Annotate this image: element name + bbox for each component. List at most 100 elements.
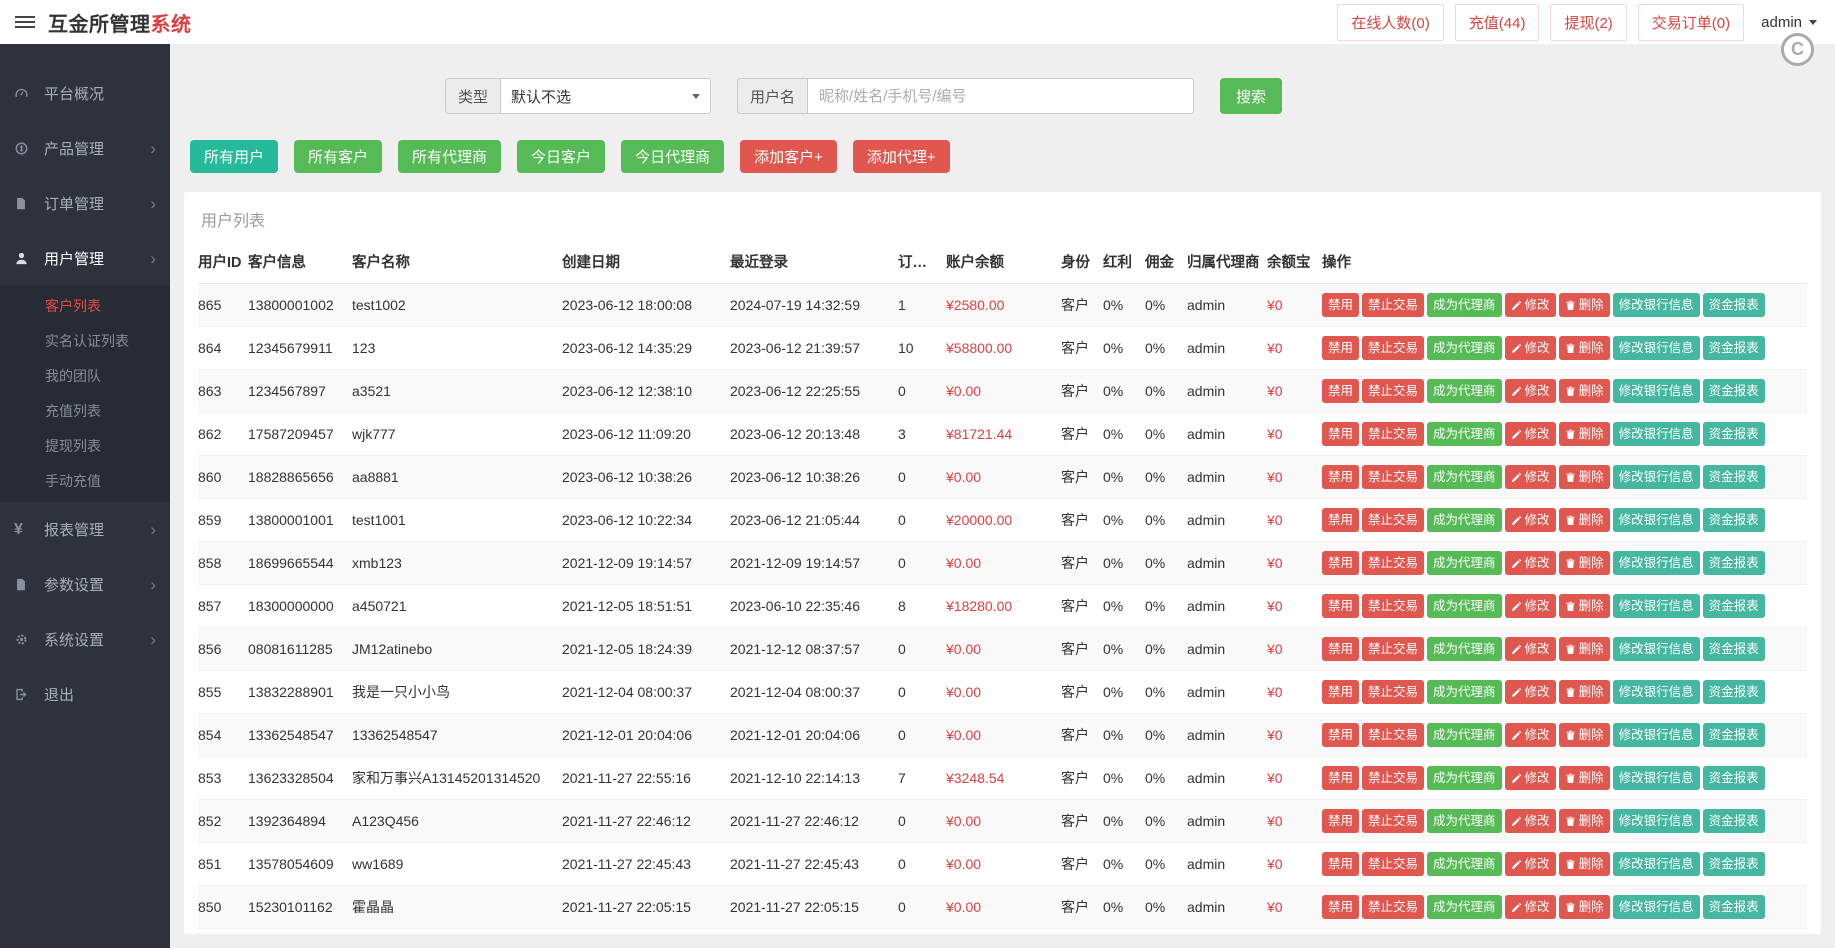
type-select[interactable]: 默认不选: [500, 78, 711, 114]
recharge-badge[interactable]: 充值(44): [1455, 4, 1540, 41]
add-agent-button[interactable]: 添加代理+: [853, 140, 950, 173]
edit-bank-info-button[interactable]: 修改银行信息: [1613, 895, 1700, 919]
become-agent-button[interactable]: 成为代理商: [1427, 508, 1502, 532]
sidebar-subitem[interactable]: 实名认证列表: [0, 324, 170, 359]
all-users-button[interactable]: 所有用户: [190, 140, 278, 173]
ban-trade-button[interactable]: 禁止交易: [1362, 336, 1424, 360]
edit-button[interactable]: 修改: [1505, 809, 1556, 833]
funds-report-button[interactable]: 资金报表: [1703, 766, 1765, 790]
delete-button[interactable]: 删除: [1559, 594, 1610, 618]
funds-report-button[interactable]: 资金报表: [1703, 336, 1765, 360]
ban-trade-button[interactable]: 禁止交易: [1362, 723, 1424, 747]
disable-button[interactable]: 禁用: [1322, 852, 1359, 876]
ban-trade-button[interactable]: 禁止交易: [1362, 293, 1424, 317]
all-customers-button[interactable]: 所有客户: [294, 140, 382, 173]
funds-report-button[interactable]: 资金报表: [1703, 379, 1765, 403]
funds-report-button[interactable]: 资金报表: [1703, 895, 1765, 919]
ban-trade-button[interactable]: 禁止交易: [1362, 852, 1424, 876]
become-agent-button[interactable]: 成为代理商: [1427, 594, 1502, 618]
ban-trade-button[interactable]: 禁止交易: [1362, 379, 1424, 403]
sidebar-item-reports[interactable]: ¥报表管理›: [0, 502, 170, 557]
become-agent-button[interactable]: 成为代理商: [1427, 379, 1502, 403]
disable-button[interactable]: 禁用: [1322, 594, 1359, 618]
today-customers-button[interactable]: 今日客户: [517, 140, 605, 173]
disable-button[interactable]: 禁用: [1322, 895, 1359, 919]
sidebar-subitem[interactable]: 提现列表: [0, 429, 170, 464]
edit-button[interactable]: 修改: [1505, 422, 1556, 446]
username-input[interactable]: [807, 78, 1194, 114]
edit-bank-info-button[interactable]: 修改银行信息: [1613, 465, 1700, 489]
today-agents-button[interactable]: 今日代理商: [621, 140, 724, 173]
become-agent-button[interactable]: 成为代理商: [1427, 336, 1502, 360]
trade-orders-badge[interactable]: 交易订单(0): [1638, 4, 1744, 41]
edit-bank-info-button[interactable]: 修改银行信息: [1613, 809, 1700, 833]
edit-bank-info-button[interactable]: 修改银行信息: [1613, 379, 1700, 403]
edit-bank-info-button[interactable]: 修改银行信息: [1613, 336, 1700, 360]
funds-report-button[interactable]: 资金报表: [1703, 293, 1765, 317]
ban-trade-button[interactable]: 禁止交易: [1362, 594, 1424, 618]
edit-button[interactable]: 修改: [1505, 723, 1556, 747]
edit-bank-info-button[interactable]: 修改银行信息: [1613, 508, 1700, 532]
funds-report-button[interactable]: 资金报表: [1703, 680, 1765, 704]
delete-button[interactable]: 删除: [1559, 766, 1610, 790]
funds-report-button[interactable]: 资金报表: [1703, 723, 1765, 747]
edit-button[interactable]: 修改: [1505, 637, 1556, 661]
ban-trade-button[interactable]: 禁止交易: [1362, 508, 1424, 532]
sidebar-subitem[interactable]: 手动充值: [0, 464, 170, 499]
become-agent-button[interactable]: 成为代理商: [1427, 766, 1502, 790]
sidebar-subitem[interactable]: 我的团队: [0, 359, 170, 394]
delete-button[interactable]: 删除: [1559, 551, 1610, 575]
funds-report-button[interactable]: 资金报表: [1703, 852, 1765, 876]
disable-button[interactable]: 禁用: [1322, 508, 1359, 532]
become-agent-button[interactable]: 成为代理商: [1427, 637, 1502, 661]
edit-button[interactable]: 修改: [1505, 852, 1556, 876]
sidebar-item-products[interactable]: 产品管理›: [0, 121, 170, 176]
edit-bank-info-button[interactable]: 修改银行信息: [1613, 723, 1700, 747]
delete-button[interactable]: 删除: [1559, 809, 1610, 833]
delete-button[interactable]: 删除: [1559, 637, 1610, 661]
become-agent-button[interactable]: 成为代理商: [1427, 293, 1502, 317]
withdraw-badge[interactable]: 提现(2): [1550, 4, 1626, 41]
become-agent-button[interactable]: 成为代理商: [1427, 422, 1502, 446]
edit-button[interactable]: 修改: [1505, 508, 1556, 532]
become-agent-button[interactable]: 成为代理商: [1427, 852, 1502, 876]
sidebar-item-logout[interactable]: 退出: [0, 667, 170, 722]
ban-trade-button[interactable]: 禁止交易: [1362, 637, 1424, 661]
funds-report-button[interactable]: 资金报表: [1703, 809, 1765, 833]
edit-bank-info-button[interactable]: 修改银行信息: [1613, 637, 1700, 661]
delete-button[interactable]: 删除: [1559, 680, 1610, 704]
edit-button[interactable]: 修改: [1505, 379, 1556, 403]
disable-button[interactable]: 禁用: [1322, 723, 1359, 747]
edit-bank-info-button[interactable]: 修改银行信息: [1613, 293, 1700, 317]
become-agent-button[interactable]: 成为代理商: [1427, 895, 1502, 919]
become-agent-button[interactable]: 成为代理商: [1427, 551, 1502, 575]
disable-button[interactable]: 禁用: [1322, 637, 1359, 661]
disable-button[interactable]: 禁用: [1322, 809, 1359, 833]
become-agent-button[interactable]: 成为代理商: [1427, 809, 1502, 833]
sidebar-item-overview[interactable]: 平台概况: [0, 66, 170, 121]
ban-trade-button[interactable]: 禁止交易: [1362, 809, 1424, 833]
delete-button[interactable]: 删除: [1559, 293, 1610, 317]
delete-button[interactable]: 删除: [1559, 895, 1610, 919]
disable-button[interactable]: 禁用: [1322, 422, 1359, 446]
edit-bank-info-button[interactable]: 修改银行信息: [1613, 422, 1700, 446]
funds-report-button[interactable]: 资金报表: [1703, 637, 1765, 661]
delete-button[interactable]: 删除: [1559, 852, 1610, 876]
disable-button[interactable]: 禁用: [1322, 336, 1359, 360]
disable-button[interactable]: 禁用: [1322, 293, 1359, 317]
online-users-badge[interactable]: 在线人数(0): [1337, 4, 1443, 41]
ban-trade-button[interactable]: 禁止交易: [1362, 895, 1424, 919]
become-agent-button[interactable]: 成为代理商: [1427, 465, 1502, 489]
ban-trade-button[interactable]: 禁止交易: [1362, 465, 1424, 489]
become-agent-button[interactable]: 成为代理商: [1427, 680, 1502, 704]
add-customer-button[interactable]: 添加客户+: [740, 140, 837, 173]
funds-report-button[interactable]: 资金报表: [1703, 508, 1765, 532]
edit-bank-info-button[interactable]: 修改银行信息: [1613, 680, 1700, 704]
admin-menu[interactable]: admin: [1755, 14, 1817, 31]
funds-report-button[interactable]: 资金报表: [1703, 594, 1765, 618]
edit-bank-info-button[interactable]: 修改银行信息: [1613, 594, 1700, 618]
disable-button[interactable]: 禁用: [1322, 766, 1359, 790]
sidebar-item-users[interactable]: 用户管理›: [0, 231, 170, 286]
disable-button[interactable]: 禁用: [1322, 551, 1359, 575]
delete-button[interactable]: 删除: [1559, 723, 1610, 747]
